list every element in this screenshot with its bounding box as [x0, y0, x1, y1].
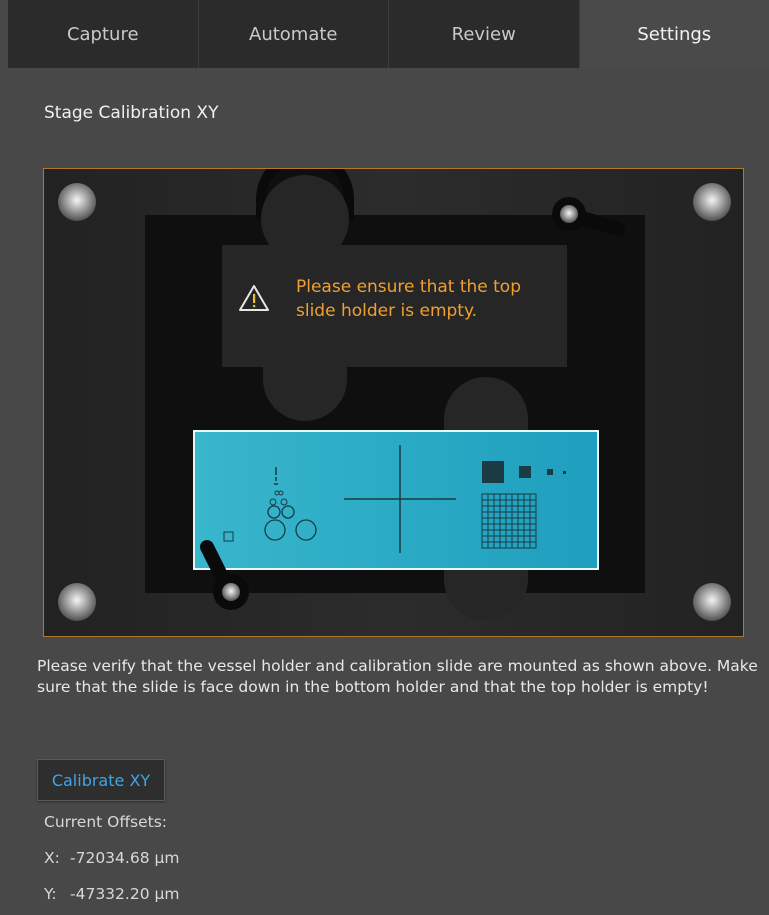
- calibration-slide: [193, 430, 599, 570]
- offset-y-axis: Y:: [44, 885, 57, 903]
- screw-icon: [693, 583, 731, 621]
- screw-icon: [693, 183, 731, 221]
- calibrate-xy-button[interactable]: Calibrate XY: [37, 759, 165, 801]
- tab-review[interactable]: Review: [389, 0, 580, 68]
- warning-box: Please ensure that the top slide holder …: [222, 245, 567, 367]
- warning-message: Please ensure that the top slide holder …: [296, 277, 522, 321]
- stage-illustration: Please ensure that the top slide holder …: [43, 168, 744, 637]
- offset-x-row: X: -72034.68 µm: [44, 849, 179, 867]
- stage-diagram: [44, 169, 743, 636]
- warning-triangle-icon: [238, 283, 270, 313]
- screw-icon: [58, 583, 96, 621]
- tab-bar: Capture Automate Review Settings: [8, 0, 769, 68]
- tab-settings[interactable]: Settings: [579, 0, 769, 68]
- offset-x-value: -72034.68 µm: [70, 849, 180, 867]
- current-offsets-label: Current Offsets:: [44, 813, 168, 831]
- offset-y-row: Y: -47332.20 µm: [44, 885, 179, 903]
- tab-automate[interactable]: Automate: [198, 0, 389, 68]
- screw-icon: [58, 183, 96, 221]
- instructions-text: Please verify that the vessel holder and…: [37, 657, 758, 696]
- offset-x-axis: X:: [44, 849, 60, 867]
- tab-capture[interactable]: Capture: [8, 0, 199, 68]
- offset-y-value: -47332.20 µm: [70, 885, 180, 903]
- section-title: Stage Calibration XY: [44, 103, 219, 123]
